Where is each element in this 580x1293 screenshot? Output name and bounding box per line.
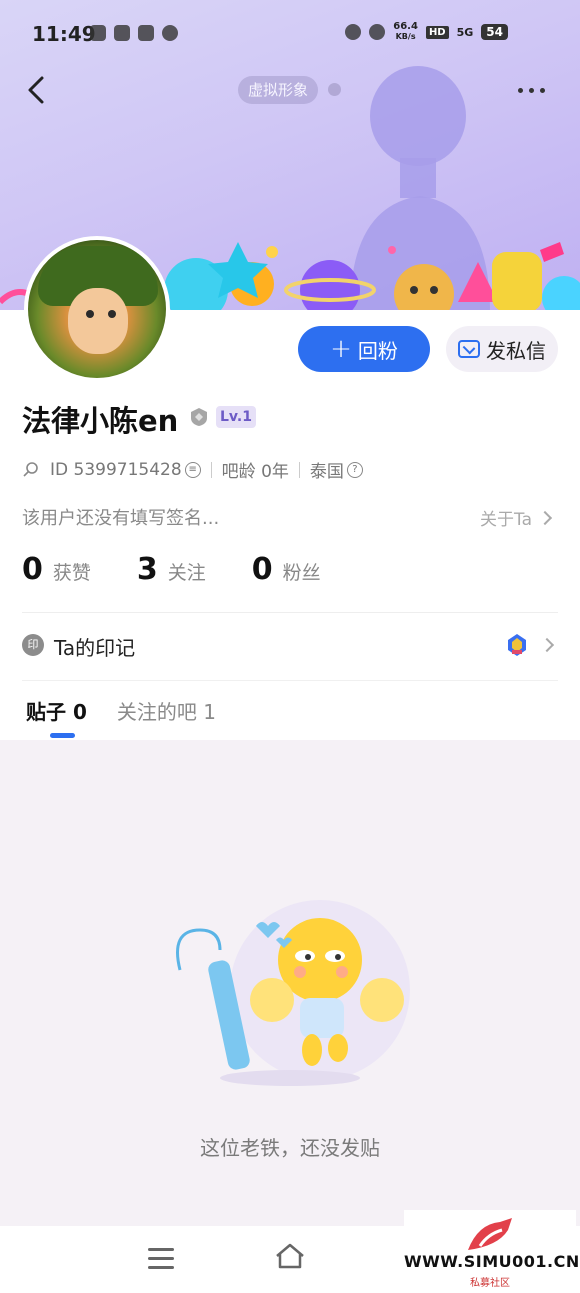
username: 法律小陈en <box>22 404 179 438</box>
follow-back-label: 回粉 <box>357 338 398 363</box>
wechat-icon <box>90 25 106 41</box>
app-notification-icon <box>114 25 130 41</box>
watermark-subtitle: 私募社区 <box>470 1278 510 1289</box>
watermark-logo <box>468 1218 512 1250</box>
home-icon[interactable] <box>274 1242 306 1270</box>
divider <box>22 612 558 613</box>
send-message-label: 发私信 <box>486 338 546 363</box>
alarm-clock-icon <box>345 24 362 40</box>
divider <box>22 680 558 681</box>
avatar[interactable] <box>24 236 170 382</box>
about-label: 关于Ta <box>480 510 532 530</box>
signal-icon: 5G <box>456 25 474 39</box>
about-link[interactable]: 关于Ta <box>480 505 553 530</box>
menu-icon[interactable] <box>148 1248 174 1270</box>
profile-meta: ID 5399715428 ≡ 吧龄 0年 泰国 ? <box>22 457 363 482</box>
alarm-icon <box>162 25 178 41</box>
profile-tabs: 贴子 0 关注的吧 1 <box>26 696 216 725</box>
stat-fans-value: 0 <box>251 552 273 587</box>
shield-icon <box>191 408 207 426</box>
empty-state-message: 这位老铁，还没发贴 <box>200 1136 380 1160</box>
empty-state-illustration <box>176 900 410 1086</box>
search-icon[interactable] <box>22 461 40 479</box>
mute-icon <box>369 24 386 40</box>
stat-fans-label: 粉丝 <box>282 562 321 584</box>
chevron-right-icon <box>539 637 555 653</box>
follow-back-button[interactable]: + 回粉 <box>298 326 430 372</box>
stat-following-label: 关注 <box>167 562 206 584</box>
bar-age: 吧龄 0年 <box>221 462 289 482</box>
plus-icon: + <box>330 334 352 364</box>
virtual-avatar-button[interactable]: 虚拟形象 <box>238 76 319 104</box>
battery-icon: 54 <box>481 24 508 40</box>
rank-badge-icon <box>508 634 526 656</box>
marks-label: Ta的印记 <box>54 636 136 660</box>
copy-icon[interactable]: ≡ <box>184 461 201 478</box>
mail-icon <box>458 340 480 358</box>
hd-badge: HD <box>425 25 449 39</box>
watermark: WWW.SIMU001.CN 私募社区 <box>404 1210 580 1290</box>
notification-icons <box>90 25 178 41</box>
network-speed-unit: KB/s <box>395 32 416 41</box>
seal-icon: 印 <box>22 634 44 656</box>
level-badge[interactable]: Lv.1 <box>216 406 256 428</box>
marks-row[interactable]: 印 Ta的印记 <box>22 628 558 664</box>
status-time: 11:49 <box>32 22 96 46</box>
watermark-url: WWW.SIMU001.CN <box>404 1252 580 1271</box>
back-icon[interactable] <box>22 72 54 108</box>
stat-likes-label: 获赞 <box>52 562 91 584</box>
chevron-right-icon <box>537 510 553 525</box>
stat-fans[interactable]: 0 粉丝 <box>252 552 321 587</box>
network-speed: 66.4 KB/s <box>393 22 418 42</box>
stat-likes[interactable]: 0 获赞 <box>22 552 91 587</box>
telegram-icon <box>138 25 154 41</box>
user-signature: 该用户还没有填写签名... <box>22 508 220 529</box>
send-message-button[interactable]: 发私信 <box>446 326 558 372</box>
stat-following-value: 3 <box>136 552 158 587</box>
user-id[interactable]: ID 5399715428 <box>50 460 182 480</box>
tab-indicator <box>50 733 75 738</box>
network-speed-value: 66.4 <box>393 21 418 32</box>
tab-posts[interactable]: 贴子 0 <box>26 696 87 725</box>
tab-followed-bars[interactable]: 关注的吧 1 <box>117 696 216 725</box>
system-indicators: 66.4 KB/s HD 5G 54 <box>345 22 508 42</box>
stat-likes-value: 0 <box>22 552 43 587</box>
location: 泰国 <box>309 462 344 482</box>
stat-following[interactable]: 3 关注 <box>137 552 206 587</box>
stats-row: 0 获赞 3 关注 0 粉丝 <box>22 552 367 587</box>
status-bar: 11:49 66.4 KB/s HD 5G 54 <box>0 0 580 66</box>
help-icon[interactable]: ? <box>346 461 363 478</box>
more-options-icon[interactable] <box>518 78 554 102</box>
